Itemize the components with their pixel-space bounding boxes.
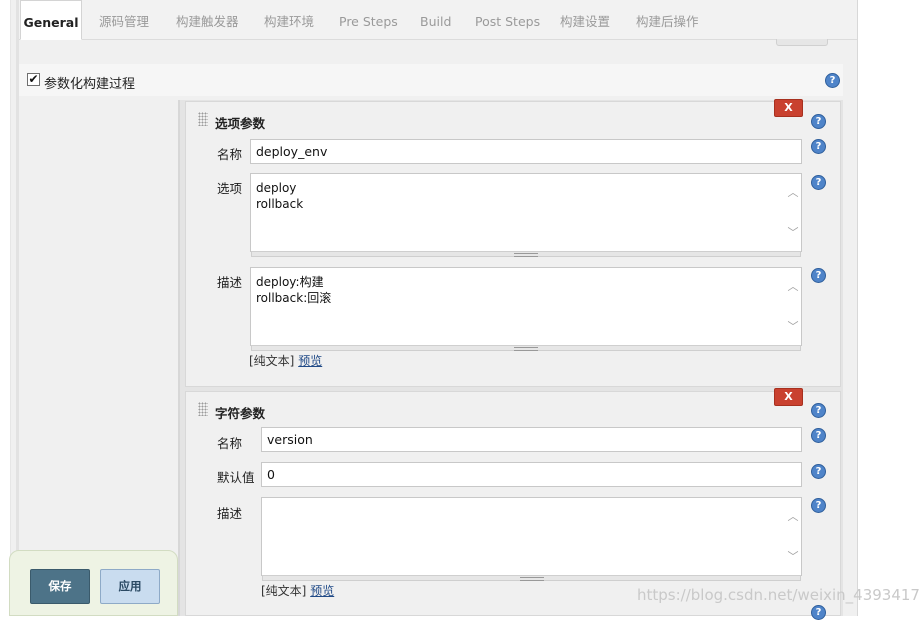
scroll-down-icon[interactable]: ﹀ [787,548,799,564]
resize-handle[interactable] [251,345,801,351]
help-icon[interactable]: ? [825,73,840,88]
string-default-input[interactable]: 0 [261,462,802,487]
delete-choice-parameter-button[interactable]: X [774,99,803,117]
choice-options-textarea[interactable]: deploy rollback ︿ ﹀ [250,173,802,257]
choice-name-label: 名称 [217,147,243,162]
help-icon[interactable]: ? [811,498,826,513]
choice-description-format: [纯文本] 预览 [249,352,322,369]
choice-name-input[interactable]: deploy_env [250,139,802,164]
choice-description-label: 描述 [217,275,243,290]
drag-handle-icon[interactable] [198,112,208,126]
watermark: https://blog.csdn.net/weixin_43934170 [637,586,921,604]
tab-build[interactable]: Build [420,0,451,40]
resize-handle[interactable] [262,575,801,581]
choice-options-label: 选项 [217,181,243,196]
help-icon[interactable]: ? [811,403,826,418]
help-icon[interactable]: ? [811,139,826,154]
tab-general[interactable]: General [20,0,82,40]
parameterized-checkbox[interactable]: ✔ [27,73,40,86]
save-button[interactable]: 保存 [30,569,90,604]
string-description-format: [纯文本] 预览 [261,582,334,599]
help-icon[interactable]: ? [811,428,826,443]
help-icon[interactable]: ? [811,605,826,620]
string-default-label: 默认值 [217,470,255,485]
plain-text-label: [纯文本] [261,584,307,598]
left-gutter [0,0,11,616]
tab-source-code[interactable]: 源码管理 [99,0,149,40]
tab-build-environment[interactable]: 构建环境 [264,0,314,40]
choice-parameter-title: 选项参数 [215,116,266,131]
preview-link[interactable]: 预览 [298,354,322,368]
apply-button[interactable]: 应用 [100,569,160,604]
tab-bar: General 源码管理 构建触发器 构建环境 Pre Steps Build … [19,0,857,40]
parameterized-row [19,64,843,96]
string-parameter-title: 字符参数 [215,406,266,421]
help-icon[interactable]: ? [811,268,826,283]
choice-options-text: deploy rollback [256,181,304,211]
help-icon[interactable]: ? [811,114,826,129]
string-description-label: 描述 [217,506,243,521]
scroll-up-icon[interactable]: ︿ [787,184,799,200]
choice-description-textarea[interactable]: deploy:构建 rollback:回滚 ︿ ﹀ [250,267,802,351]
scroll-down-icon[interactable]: ﹀ [787,224,799,240]
scroll-up-icon[interactable]: ︿ [787,278,799,294]
help-icon[interactable]: ? [811,175,826,190]
tab-post-build-actions[interactable]: 构建后操作 [636,0,699,40]
plain-text-label: [纯文本] [249,354,295,368]
string-name-input[interactable]: version [261,427,802,452]
tab-build-settings[interactable]: 构建设置 [560,0,610,40]
tab-pre-steps[interactable]: Pre Steps [339,0,398,40]
scroll-up-icon[interactable]: ︿ [787,508,799,524]
parameterized-label: 参数化构建过程 [44,77,136,92]
tab-post-steps[interactable]: Post Steps [475,0,540,40]
string-description-textarea[interactable]: ︿ ﹀ [261,497,802,581]
choice-description-text: deploy:构建 rollback:回滚 [256,275,332,305]
preview-link[interactable]: 预览 [310,584,334,598]
string-name-label: 名称 [217,436,243,451]
drag-handle-icon[interactable] [198,402,208,416]
resize-handle[interactable] [251,251,801,257]
tab-build-triggers[interactable]: 构建触发器 [176,0,239,40]
section-scroll-tab[interactable] [776,39,828,46]
delete-string-parameter-button[interactable]: X [774,388,803,406]
scroll-down-icon[interactable]: ﹀ [787,318,799,334]
help-icon[interactable]: ? [811,464,826,479]
